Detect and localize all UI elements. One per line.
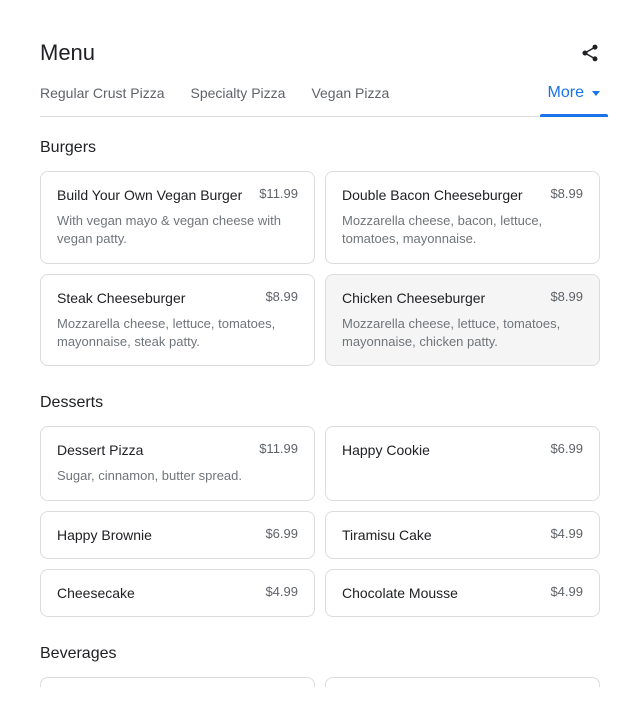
section-title-beverages: Beverages	[40, 645, 600, 663]
menu-item-dessert-1[interactable]: Happy Cookie $6.99	[325, 426, 600, 500]
chevron-down-icon	[592, 91, 600, 96]
menu-item-desc: Sugar, cinnamon, butter spread.	[57, 467, 298, 485]
menu-item-beverage-stub[interactable]	[325, 677, 600, 687]
menu-item-name: Build Your Own Vegan Burger	[57, 186, 242, 204]
menu-item-name: Happy Cookie	[342, 441, 430, 459]
menu-item-price: $11.99	[259, 186, 298, 201]
menu-item-name: Cheesecake	[57, 584, 135, 602]
menu-item-burger-2[interactable]: Steak Cheeseburger $8.99 Mozzarella chee…	[40, 274, 315, 367]
menu-item-desc: Mozzarella cheese, lettuce, tomatoes, ma…	[342, 315, 583, 351]
tab-regular-crust-pizza[interactable]: Regular Crust Pizza	[40, 85, 165, 115]
menu-item-price: $4.99	[550, 526, 583, 541]
menu-item-price: $8.99	[550, 289, 583, 304]
share-icon[interactable]	[580, 43, 600, 63]
burgers-grid: Build Your Own Vegan Burger $11.99 With …	[40, 171, 600, 366]
tabs-bar: Regular Crust Pizza Specialty Pizza Vega…	[40, 84, 600, 117]
menu-item-dessert-3[interactable]: Tiramisu Cake $4.99	[325, 511, 600, 559]
menu-item-desc: Mozzarella cheese, bacon, lettuce, tomat…	[342, 212, 583, 248]
menu-item-name: Steak Cheeseburger	[57, 289, 185, 307]
menu-item-name: Dessert Pizza	[57, 441, 143, 459]
menu-item-name: Tiramisu Cake	[342, 526, 432, 544]
menu-item-name: Happy Brownie	[57, 526, 152, 544]
menu-item-price: $8.99	[550, 186, 583, 201]
menu-item-burger-3[interactable]: Chicken Cheeseburger $8.99 Mozzarella ch…	[325, 274, 600, 367]
menu-item-dessert-2[interactable]: Happy Brownie $6.99	[40, 511, 315, 559]
section-title-desserts: Desserts	[40, 394, 600, 412]
tab-more-label: More	[548, 84, 584, 102]
menu-item-burger-1[interactable]: Double Bacon Cheeseburger $8.99 Mozzarel…	[325, 171, 600, 264]
beverages-grid	[40, 677, 600, 687]
menu-item-dessert-4[interactable]: Cheesecake $4.99	[40, 569, 315, 617]
menu-item-price: $4.99	[550, 584, 583, 599]
tab-specialty-pizza[interactable]: Specialty Pizza	[191, 85, 286, 115]
page-title: Menu	[40, 40, 95, 66]
menu-item-name: Chicken Cheeseburger	[342, 289, 485, 307]
menu-item-price: $8.99	[265, 289, 298, 304]
menu-item-price: $6.99	[550, 441, 583, 456]
menu-item-name: Chocolate Mousse	[342, 584, 458, 602]
tab-more[interactable]: More	[548, 84, 600, 116]
menu-item-price: $6.99	[265, 526, 298, 541]
menu-item-price: $11.99	[259, 441, 298, 456]
menu-item-desc: Mozzarella cheese, lettuce, tomatoes, ma…	[57, 315, 298, 351]
menu-item-dessert-5[interactable]: Chocolate Mousse $4.99	[325, 569, 600, 617]
desserts-grid: Dessert Pizza $11.99 Sugar, cinnamon, bu…	[40, 426, 600, 617]
tab-vegan-pizza[interactable]: Vegan Pizza	[311, 85, 389, 115]
menu-item-desc: With vegan mayo & vegan cheese with vega…	[57, 212, 298, 248]
section-title-burgers: Burgers	[40, 139, 600, 157]
menu-item-price: $4.99	[265, 584, 298, 599]
menu-item-name: Double Bacon Cheeseburger	[342, 186, 523, 204]
menu-item-beverage-stub[interactable]	[40, 677, 315, 687]
menu-item-burger-0[interactable]: Build Your Own Vegan Burger $11.99 With …	[40, 171, 315, 264]
menu-item-dessert-0[interactable]: Dessert Pizza $11.99 Sugar, cinnamon, bu…	[40, 426, 315, 500]
